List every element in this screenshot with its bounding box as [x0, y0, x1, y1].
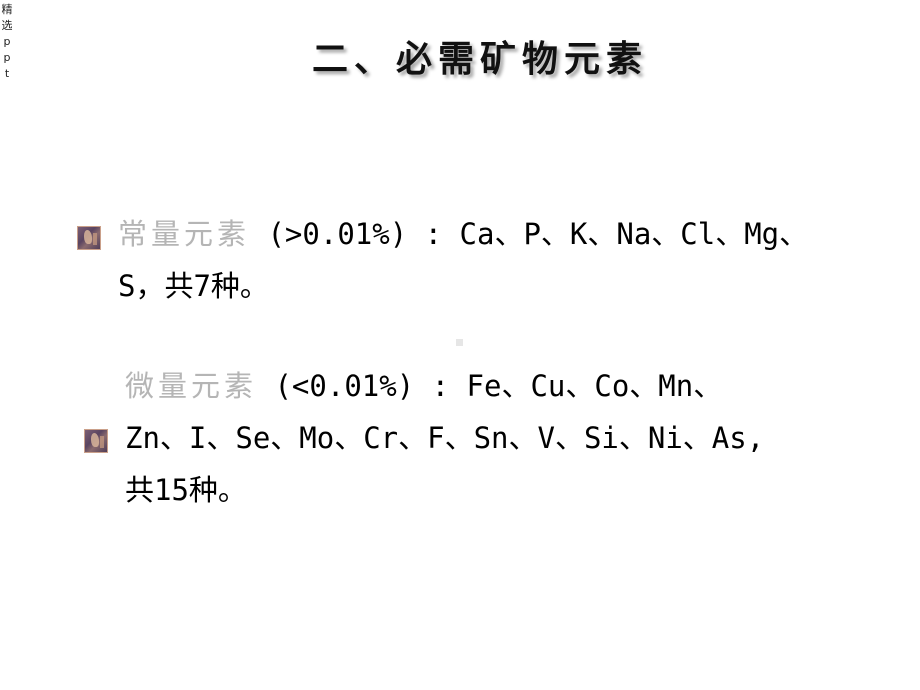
- placeholder-dot: [456, 339, 463, 346]
- image-bullet-icon: [77, 226, 101, 250]
- trace-elements-line-1: 微量元素 (<0.01%) : Fe、Cu、Co、Mn、: [125, 360, 905, 412]
- macro-elements-line-1: 常量元素 (>0.01%) : Ca、P、K、Na、Cl、Mg、: [118, 208, 898, 260]
- slide-title: 二、必需矿物元素: [311, 39, 648, 80]
- trace-elements-line-2: Zn、I、Se、Mo、Cr、F、Sn、V、Si、Ni、As,: [125, 421, 765, 455]
- trace-elements-paragraph: 微量元素 (<0.01%) : Fe、Cu、Co、Mn、 Zn、I、Se、Mo、…: [125, 360, 905, 516]
- trace-elements-list: (<0.01%) : Fe、Cu、Co、Mn、: [257, 369, 723, 403]
- macro-elements-list: (>0.01%) : Ca、P、K、Na、Cl、Mg、: [250, 217, 809, 251]
- macro-elements-term: 常量元素: [118, 217, 251, 251]
- macro-elements-paragraph: 常量元素 (>0.01%) : Ca、P、K、Na、Cl、Mg、 S，共7种。: [118, 208, 898, 312]
- image-bullet-icon: [84, 429, 108, 453]
- trace-elements-line-3: 共15种。: [125, 473, 247, 507]
- macro-elements-line-2: S，共7种。: [118, 269, 269, 303]
- trace-elements-term: 微量元素: [125, 369, 258, 403]
- side-label-char: 精: [1, 3, 13, 16]
